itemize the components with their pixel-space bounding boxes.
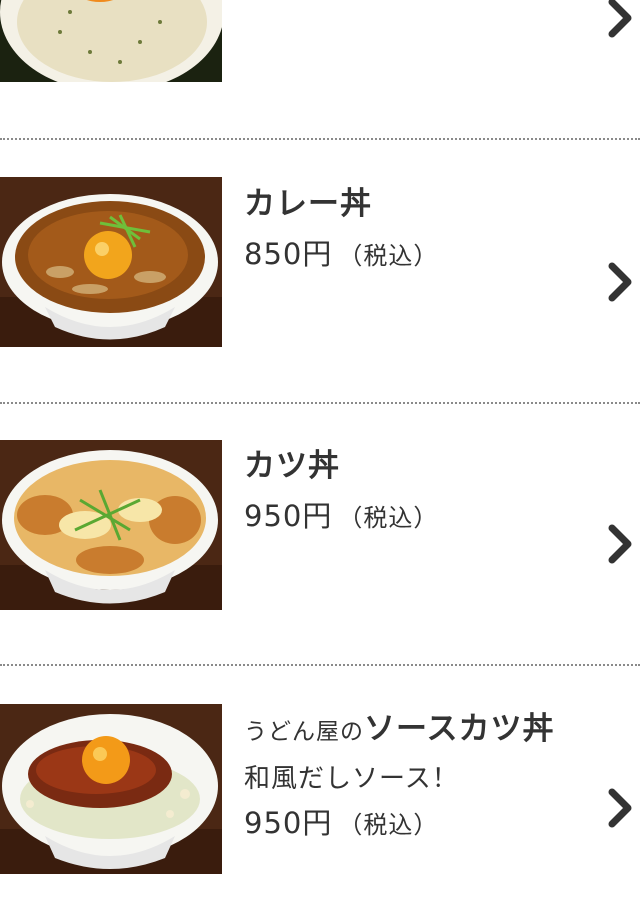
item-name: カレー丼 (244, 186, 372, 222)
tax-label: （税込） (338, 504, 439, 532)
item-subtitle: 和風だしソース！ (244, 764, 459, 794)
food-image (0, 177, 222, 347)
menu-item-sauce-katsu-don[interactable]: うどん屋のソースカツ丼 和風だしソース！ 950円 （税込） (0, 666, 640, 917)
food-image (0, 440, 222, 610)
tax-label: （税込） (338, 242, 439, 270)
chevron-right-icon[interactable] (606, 262, 634, 302)
chevron-right-icon[interactable] (606, 0, 634, 38)
tax-label: （税込） (338, 811, 439, 839)
item-price: 950円 (244, 499, 333, 533)
item-name: カツ丼 (244, 448, 340, 484)
item-name: ソースカツ丼 (364, 711, 555, 747)
item-price-line: 950円 （税込） (244, 493, 438, 535)
food-image (0, 704, 222, 874)
item-price-line: 950円 （税込） (244, 800, 438, 842)
menu-item-curry-don[interactable]: カレー丼 850円 （税込） (0, 140, 640, 402)
item-price: 850円 (244, 237, 333, 271)
menu-item-partial[interactable] (0, 0, 640, 138)
chevron-right-icon[interactable] (606, 788, 634, 828)
item-name-line: うどん屋のソースカツ丼 (244, 703, 554, 748)
item-price: 950円 (244, 806, 333, 840)
item-name-prefix: うどん屋の (244, 719, 364, 745)
food-image (0, 0, 222, 82)
chevron-right-icon[interactable] (606, 524, 634, 564)
menu-item-katsu-don[interactable]: カツ丼 950円 （税込） (0, 404, 640, 664)
item-price-line: 850円 （税込） (244, 231, 438, 273)
